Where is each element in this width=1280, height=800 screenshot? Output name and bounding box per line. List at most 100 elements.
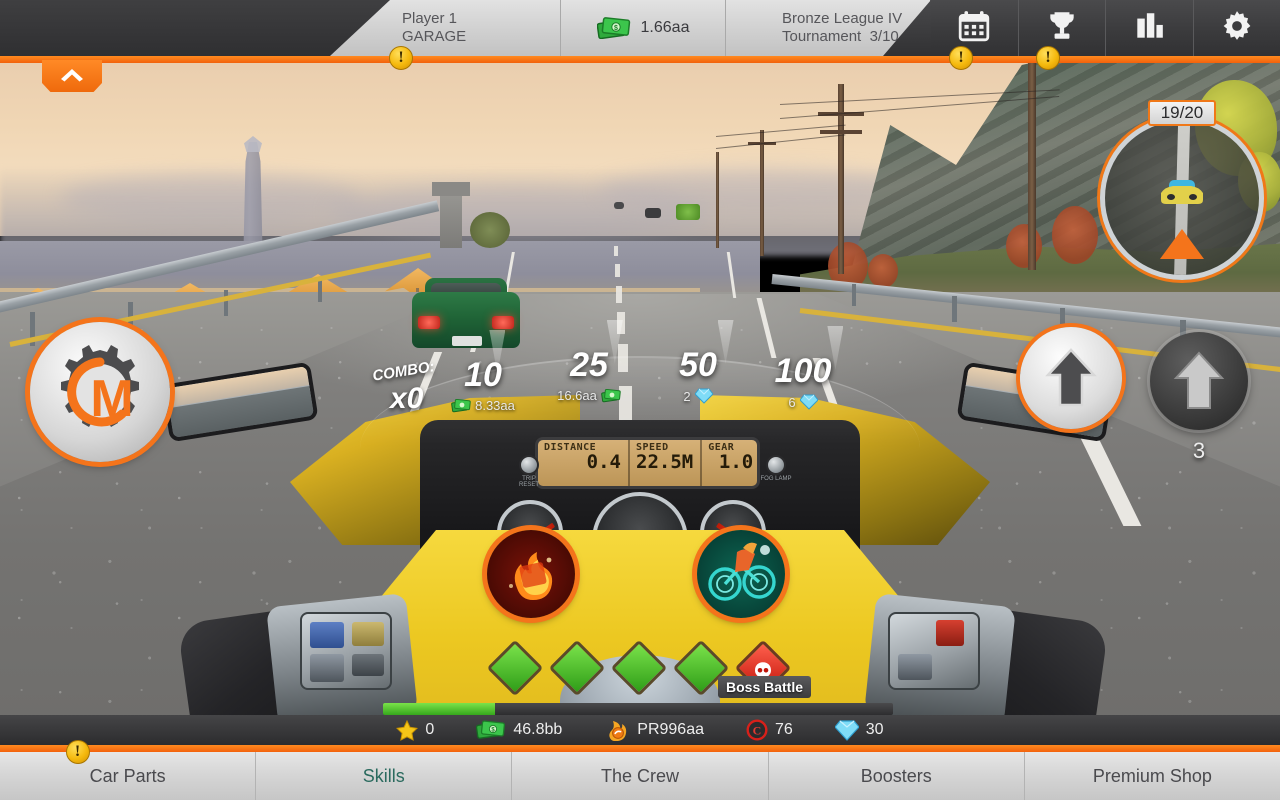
milestone-threshold: 10 [464,356,502,394]
league-mode-label: Tournament [782,28,862,45]
boss-track-segment-green [548,639,606,697]
combo-multiplier: x0 [390,382,424,415]
nav-label-the-crew: The Crew [600,765,680,786]
notification-badge-calendar[interactable]: ! [949,46,973,70]
traffic-car-far [614,202,624,209]
fire-booster-icon [509,552,553,600]
league-panel[interactable]: Bronze League IV Tournament 3/10 [725,0,931,56]
milestone-reward-value: 8.33aa [475,398,515,413]
car-taillight [492,316,514,329]
nav-label-car-parts: Car Parts [89,765,166,786]
stat-personal-record[interactable]: PR996aa [604,719,704,741]
player-status: GARAGE [402,28,467,45]
money-value: 1.66aa [640,19,690,36]
stat-coins[interactable]: C 76 [746,719,793,741]
notification-badge-player[interactable]: ! [389,46,413,70]
stat-value-money: 46.8bb [513,721,563,738]
traffic-car-far [676,204,700,220]
league-name: Bronze League IV [782,10,903,27]
combo-milestone-25: 25 16.6aa [546,320,632,403]
tree [868,254,898,288]
bike-booster-icon [708,542,776,601]
stat-stars[interactable]: 0 [396,719,435,741]
top-orange-rail [0,56,1280,63]
tree [1006,224,1042,268]
league-mode: Tournament 3/10 [782,28,902,46]
manual-gear-button[interactable]: M [30,322,170,462]
xp-progress-fill [383,703,496,715]
stats-bars-icon [1132,9,1166,48]
shift-up-button-active[interactable] [1020,327,1122,429]
milestone-reward: 2 [655,388,741,404]
manual-gear-icon: M [61,345,139,428]
boss-track-segment-green [486,639,544,697]
nav-item-the-crew[interactable]: The Crew [512,752,769,800]
settings-button[interactable] [1192,0,1280,56]
combo-milestone-100: 100 6 [758,326,848,410]
trophy-button[interactable] [1017,0,1105,56]
collapse-hud-button[interactable] [42,60,102,92]
roadside-tree [470,212,510,248]
nav-item-car-parts[interactable]: ! Car Parts [0,740,257,800]
stat-value-coins: 76 [774,721,793,738]
shift-up-button-dim[interactable] [1150,332,1248,430]
cash-icon: $ [596,17,631,39]
stat-value-diamonds: 30 [865,721,884,738]
nav-badge-car-parts[interactable]: ! [65,740,90,764]
stat-diamonds[interactable]: 30 [834,719,884,741]
combo-milestone-50: 50 2 [655,320,741,404]
chevron-up-icon [59,66,85,87]
nav-label-skills: Skills [362,765,405,786]
guardrail-post [852,284,856,306]
milestone-reward: 16.6aa [546,388,632,403]
minimap-progress: 19/20 [1148,100,1216,126]
lane-dash [614,246,618,256]
player-name: Player 1 [402,10,458,27]
bottom-orange-rail [0,745,1280,752]
nav-item-boosters[interactable]: Boosters [769,752,1025,800]
statistics-button[interactable] [1105,0,1193,56]
milestone-threshold: 50 [679,346,717,384]
nav-label-boosters: Boosters [860,765,932,786]
arrow-up-icon [1045,348,1097,407]
topbar-icon-group [930,0,1280,56]
game-screen: DISTANCE 0.4 SPEED 22.5M GEAR 1.0 TRIP R… [0,0,1280,800]
flame-icon [604,719,630,741]
stat-value-stars: 0 [425,721,435,738]
svg-text:$: $ [614,25,618,32]
calendar-icon [957,9,991,48]
cash-icon [451,398,471,413]
booster-button-right[interactable] [697,530,785,618]
booster-button-left[interactable] [487,530,575,618]
car-marker-icon [1159,179,1205,207]
money-panel[interactable]: $ 1.66aa [560,0,725,56]
boss-track-segment-green [610,639,668,697]
nav-item-premium-shop[interactable]: Premium Shop [1025,752,1280,800]
milestone-reward-value: 2 [683,388,691,404]
diamond-icon [694,388,713,404]
milestone-reward-value: 6 [788,394,796,410]
boss-battle-label: Boss Battle [718,676,812,698]
stat-value-pr: PR996aa [637,721,704,738]
car-taillight [418,316,440,329]
top-hud-bar: Player 1 GARAGE $ 1.66aa Bronze League I… [0,0,1280,56]
minimap-circle [1100,116,1264,280]
guardrail-post [224,290,228,316]
calendar-button[interactable] [930,0,1018,56]
coin-c-icon: C [746,719,768,741]
league-progress: 3/10 [869,28,899,45]
milestone-reward-value: 16.6aa [557,388,597,403]
gear-icon [1220,9,1254,48]
nav-item-skills[interactable]: Skills [256,752,513,800]
nitro-count: 3 [1192,438,1206,463]
utility-pole [760,130,764,256]
guardrail-post [318,280,322,302]
stat-money[interactable]: $ 46.8bb [476,720,562,740]
svg-text:C: C [753,724,762,738]
manual-gear-letter: M [90,370,133,428]
nav-label-premium-shop: Premium Shop [1092,765,1212,786]
guardrail-post [952,296,957,322]
diamond-icon [834,719,859,741]
diamond-icon [799,394,818,410]
notification-badge-trophy[interactable]: ! [1036,46,1060,70]
